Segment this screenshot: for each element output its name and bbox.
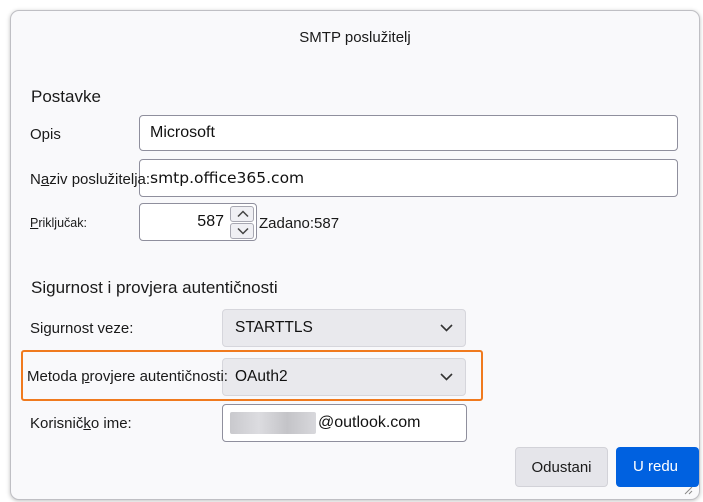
server-name-label: Naziv poslužitelja: <box>30 171 151 188</box>
username-label: Korisničko ime: <box>30 415 132 432</box>
dialog-title: SMTP poslužitelj <box>299 29 411 46</box>
cancel-button[interactable]: Odustani <box>515 447 608 487</box>
connection-security-value: STARTTLS <box>235 319 313 336</box>
ok-button[interactable]: U redu <box>616 447 699 487</box>
chevron-down-icon <box>237 227 249 235</box>
connection-security-label: Sigurnost veze: <box>30 320 134 337</box>
server-name-input[interactable]: smtp.office365.com <box>139 159 678 197</box>
connection-security-select[interactable]: STARTTLS <box>222 309 466 347</box>
port-label: Priključak: <box>30 216 87 230</box>
description-input[interactable]: Microsoft <box>139 115 678 151</box>
port-value: 587 <box>197 213 224 230</box>
port-increment-button[interactable] <box>230 206 254 222</box>
port-stepper[interactable]: 587 <box>139 203 257 241</box>
smtp-server-dialog: SMTP poslužitelj Postavke Opis Microsoft… <box>10 10 700 500</box>
server-name-value: smtp.office365.com <box>150 169 305 187</box>
description-value: Microsoft <box>150 124 215 141</box>
security-section-title: Sigurnost i provjera autentičnosti <box>31 278 278 297</box>
redacted-username <box>230 411 316 434</box>
port-default-text: Zadano:587 <box>259 215 340 232</box>
port-decrement-button[interactable] <box>230 223 254 239</box>
chevron-down-icon <box>440 324 453 332</box>
description-label: Opis <box>30 126 61 143</box>
username-domain: @outlook.com <box>318 414 421 431</box>
username-input[interactable]: @outlook.com <box>222 404 467 442</box>
chevron-up-icon <box>237 210 249 218</box>
auth-method-highlight <box>21 350 483 401</box>
settings-section-title: Postavke <box>31 87 101 106</box>
resize-grip-icon[interactable] <box>683 485 693 495</box>
